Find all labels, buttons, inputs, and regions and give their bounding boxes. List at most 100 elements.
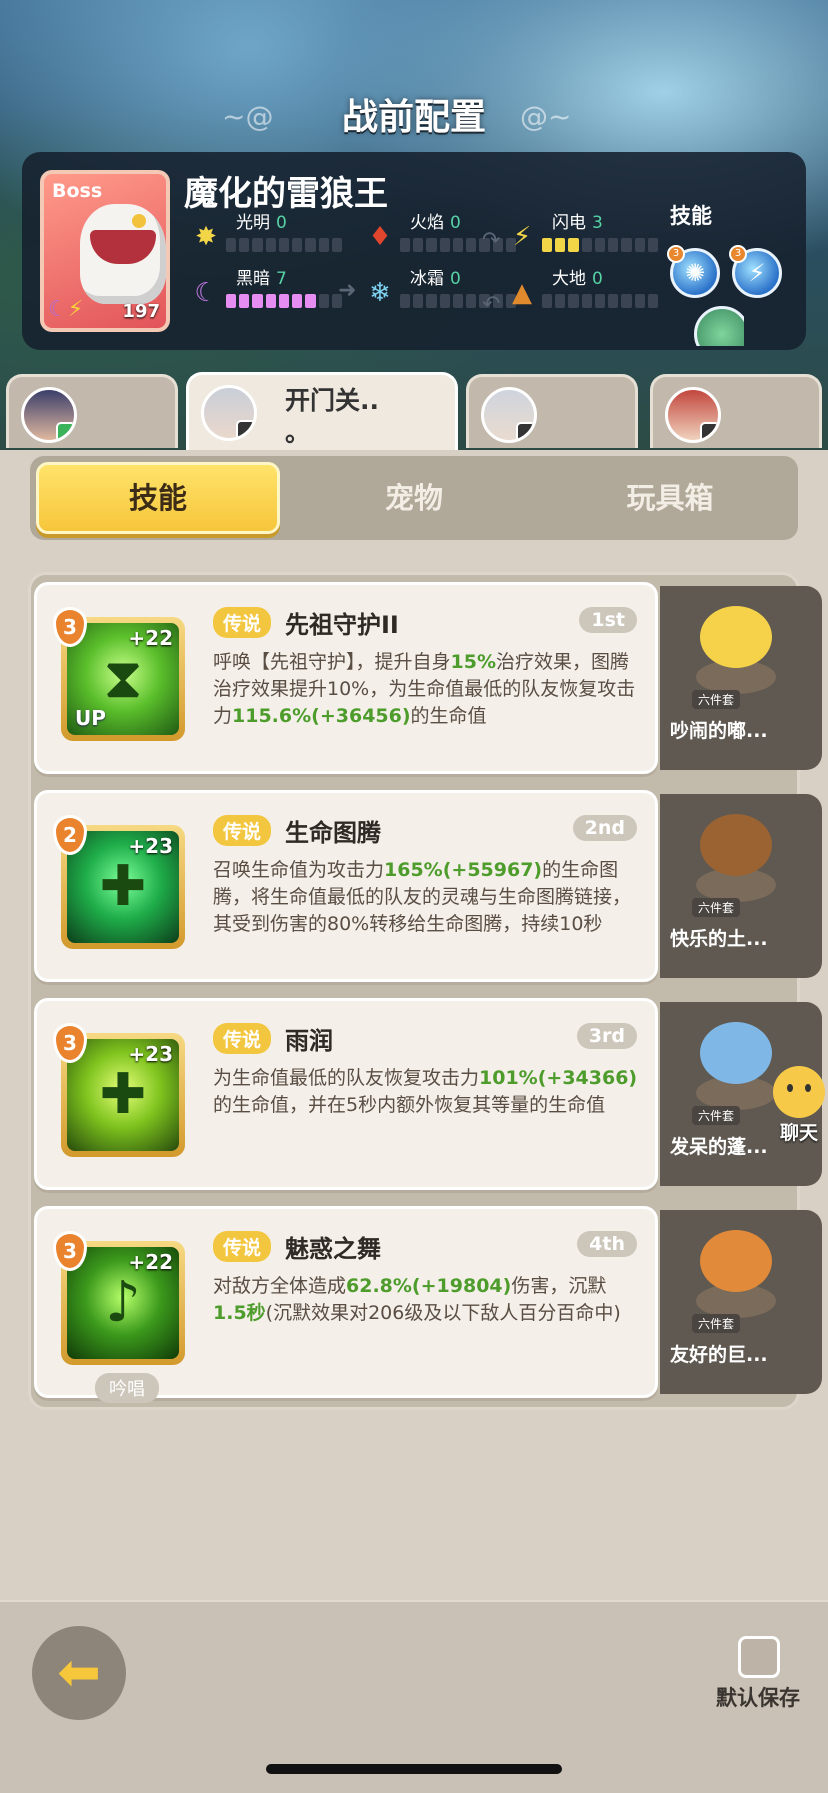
life-totem-icon: ✚ +23 <box>67 831 179 943</box>
skill-card[interactable]: ⧗ +22 UP 3 传说 先祖守护II 1st 呼唤【先祖守护】，提升自身15%治… <box>34 582 658 774</box>
skill-description: 呼唤【先祖守护】，提升自身15%治疗效果，图腾治疗效果提升10%，为生命值最低的… <box>213 651 636 727</box>
hero-tab-4[interactable] <box>650 374 822 448</box>
skill-row: ✚ +23 2 传说 生命图腾 2nd 召唤生命值为攻击力165%(+55967)… <box>34 790 822 982</box>
element-label: 光明 <box>236 213 270 233</box>
hero-tab-name: 开门关.. 。 <box>285 386 379 447</box>
element-bar <box>542 294 658 308</box>
skill-rank: 4th <box>577 1231 637 1257</box>
hero-badge-icon <box>700 422 718 440</box>
pet-set-label: 六件套 <box>692 690 741 709</box>
element-value: 7 <box>276 269 287 289</box>
boss-element-icons: ☾⚡ <box>48 297 83 322</box>
pet-card[interactable]: 六件套 吵闹的嘟... <box>660 586 822 770</box>
page-title: 战前配置 <box>341 97 486 138</box>
home-indicator <box>266 1764 562 1774</box>
tab-pets[interactable]: 宠物 <box>292 462 536 534</box>
skill-count-badge: 3 <box>667 245 685 263</box>
skill-description: 为生命值最低的队友恢复攻击力101%(+34366)的生命值，并在5秒内额外恢复… <box>213 1067 638 1116</box>
rarity-tag: 传说 <box>213 815 272 846</box>
cycle-arrow-icon: ↷ <box>482 228 501 253</box>
moon-icon: ☾ <box>48 297 68 322</box>
hero-badge-icon <box>56 422 74 440</box>
heal-cross-icon: ✚ +23 <box>67 1039 179 1151</box>
skill-description: 对敌方全体造成62.8%(+19804)伤害，沉默1.5秒(沉默效果对206级及… <box>213 1275 621 1324</box>
pet-set-label: 六件套 <box>692 1106 741 1125</box>
lightning-icon: ⚡ <box>512 222 532 252</box>
skill-name: 雨润 <box>285 1027 333 1055</box>
skill-plus: +22 <box>128 1250 173 1274</box>
chat-label: 聊天 <box>779 1122 818 1144</box>
boss-card[interactable]: Boss ☾⚡ 197 <box>40 170 170 332</box>
snowflake-icon: ❄ <box>369 278 391 308</box>
hero-avatar <box>201 385 257 441</box>
element-value: 0 <box>450 213 461 233</box>
pet-card[interactable]: 六件套 友好的巨... <box>660 1210 822 1394</box>
swirl-icon: ✺ <box>684 259 706 287</box>
mountain-icon: ▲ <box>512 278 532 308</box>
skill-card[interactable]: ✚ +23 2 传说 生命图腾 2nd 召唤生命值为攻击力165%(+55967)… <box>34 790 658 982</box>
boss-portrait <box>80 204 166 304</box>
boss-panel: Boss ☾⚡ 197 魔化的雷狼王 ✸ 光明 0 ♦ 火焰 0 ⚡ 闪电 3 ☾ 黑… <box>22 152 806 350</box>
element-label: 黑暗 <box>236 269 270 289</box>
lightning-icon: ⚡ <box>67 297 84 322</box>
element-value: 0 <box>276 213 287 233</box>
hero-avatar <box>481 387 537 443</box>
element-value: 0 <box>592 269 603 289</box>
skill-count-badge: 3 <box>729 245 747 263</box>
tab-skills[interactable]: 技能 <box>36 462 280 534</box>
dance-icon: ♪ +22 <box>67 1247 179 1359</box>
totem-icon: ⧗ +22 UP <box>67 623 179 735</box>
hero-badge-icon <box>236 420 254 438</box>
chat-face-icon <box>773 1066 825 1118</box>
boss-level: 197 <box>122 301 160 322</box>
back-button[interactable]: ⬅ <box>32 1626 126 1720</box>
skill-row: ⧗ +22 UP 3 传说 先祖守护II 1st 呼唤【先祖守护】，提升自身15%治… <box>34 582 822 774</box>
pet-name: 吵闹的嘟... <box>670 720 768 742</box>
cycle-arrow-icon: ↶ <box>482 292 501 317</box>
hero-tab-1[interactable] <box>6 374 178 448</box>
pet-set-label: 六件套 <box>692 1314 741 1333</box>
pet-name: 快乐的土... <box>670 928 768 950</box>
element-bar <box>226 238 342 252</box>
element-label: 大地 <box>552 269 586 289</box>
sun-icon: ✸ <box>195 222 217 252</box>
skill-plus: +23 <box>128 834 173 858</box>
element-value: 0 <box>450 269 461 289</box>
default-save-label: 默认保存 <box>716 1686 800 1710</box>
hero-badge-icon <box>516 422 534 440</box>
chat-button[interactable]: 聊天 <box>770 1066 828 1145</box>
element-label: 闪电 <box>552 213 586 233</box>
boss-skill-orb-1[interactable]: 3 ✺ <box>667 245 720 298</box>
boss-skills-label: 技能 <box>670 204 712 228</box>
element-bar <box>226 294 342 308</box>
element-label: 火焰 <box>410 213 444 233</box>
skill-plus: +23 <box>128 1042 173 1066</box>
pet-image <box>690 1222 780 1318</box>
rarity-tag: 传说 <box>213 1023 272 1054</box>
boss-tag: Boss <box>52 180 103 202</box>
flame-icon: ♦ <box>368 222 392 252</box>
skill-card[interactable]: ✚ +23 3 传说 雨润 3rd 为生命值最低的队友恢复攻击力101%(+343… <box>34 998 658 1190</box>
chant-tag: 吟唱 <box>95 1373 159 1403</box>
back-arrow-icon: ⬅ <box>57 1643 101 1703</box>
skill-name: 魅惑之舞 <box>285 1235 381 1263</box>
hero-tab-3[interactable] <box>466 374 638 448</box>
skill-rank: 1st <box>579 607 637 633</box>
arrow-connector-icon: ➜ <box>338 278 357 303</box>
skill-description: 召唤生命值为攻击力165%(+55967)的生命图腾，将生命值最低的队友的灵魂与… <box>213 859 632 935</box>
tab-toybox[interactable]: 玩具箱 <box>548 462 792 534</box>
boss-skill-orb-3[interactable] <box>694 306 744 346</box>
default-save-checkbox[interactable] <box>738 1636 780 1678</box>
skill-row: ✚ +23 3 传说 雨润 3rd 为生命值最低的队友恢复攻击力101%(+343… <box>34 998 822 1190</box>
hero-tab-2[interactable]: 开门关.. 。 <box>186 372 458 452</box>
pet-card[interactable]: 六件套 快乐的土... <box>660 794 822 978</box>
skill-row: ♪ +22 3 吟唱 传说 魅惑之舞 4th 对敌方全体造成62.8%(+1980… <box>34 1206 822 1403</box>
hero-avatar <box>665 387 721 443</box>
element-value: 3 <box>592 213 603 233</box>
hero-avatar <box>21 387 77 443</box>
skill-rank: 2nd <box>572 815 637 841</box>
element-bar <box>542 238 658 252</box>
boss-skill-orb-2[interactable]: 3 ⚡ <box>729 245 782 298</box>
skill-rank: 3rd <box>576 1023 637 1049</box>
skill-card[interactable]: ♪ +22 3 吟唱 传说 魅惑之舞 4th 对敌方全体造成62.8%(+1980… <box>34 1206 658 1403</box>
